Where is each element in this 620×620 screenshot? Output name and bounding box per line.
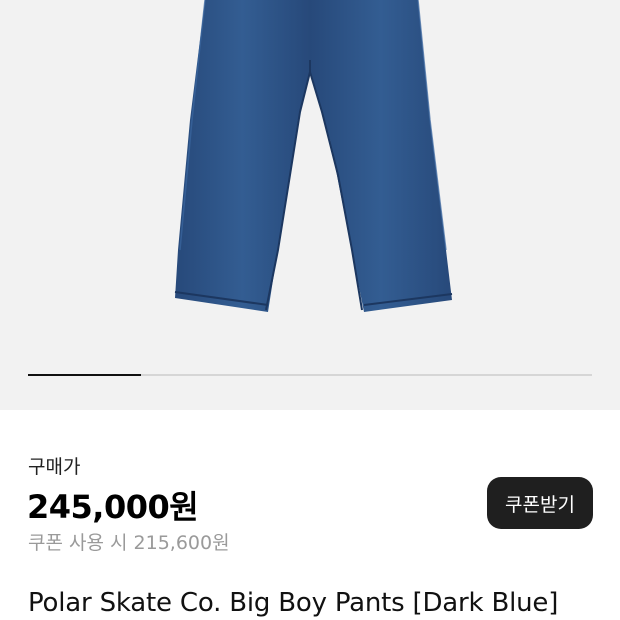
get-coupon-button[interactable]: 쿠폰받기 [487, 477, 593, 529]
product-image-gallery[interactable] [0, 0, 620, 410]
product-info: 구매가 245,000원 쿠폰 사용 시 215,600원 쿠폰받기 Polar… [0, 410, 620, 620]
price-label: 구매가 [28, 456, 81, 478]
gallery-progress-track [28, 374, 592, 376]
product-image [174, 0, 453, 312]
left-leg-shape [175, 0, 310, 312]
price: 245,000원 [27, 488, 199, 526]
right-leg-shape [310, 0, 452, 312]
gallery-progress-indicator [28, 374, 141, 376]
coupon-price: 쿠폰 사용 시 215,600원 [28, 532, 230, 554]
product-name: Polar Skate Co. Big Boy Pants [Dark Blue… [28, 588, 559, 618]
